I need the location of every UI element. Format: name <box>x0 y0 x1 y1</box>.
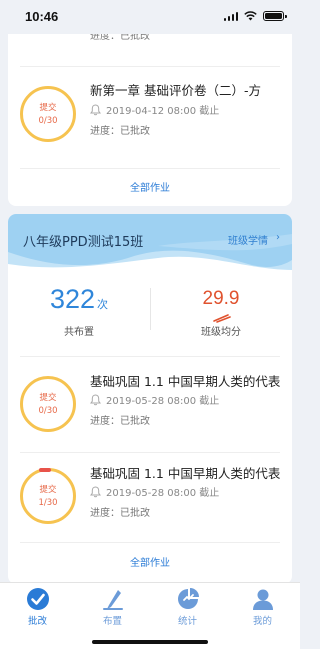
assigned-stat: 322 次 共布置 <box>8 276 150 360</box>
class-header: 八年级PPD测试15班 班级学情 › <box>8 214 292 276</box>
battery-icon <box>263 11 287 21</box>
class-stats: 322 次 共布置 29.9 班级均分 <box>8 276 292 360</box>
deadline-text: 2019-05-28 08:00 截止 <box>106 488 220 499</box>
submit-progress-arc <box>39 468 51 472</box>
homework-title: 基础巩固 1.1 中国早期人类的代表 <box>90 374 281 389</box>
homework-item[interactable]: 提交 0/30 新第一章 基础评价卷（二）-方 2019-04-12 08:00… <box>8 72 292 172</box>
submit-label: 提交 <box>39 392 57 403</box>
divider <box>20 168 280 169</box>
wifi-icon <box>244 11 257 21</box>
homework-title: 基础巩固 1.1 中国早期人类的代表 <box>90 466 281 481</box>
bell-icon <box>90 393 101 406</box>
submit-ring: 提交 0/30 <box>20 376 76 432</box>
status-icons <box>223 11 287 21</box>
submit-ring: 提交 0/30 <box>20 86 76 142</box>
class-card: 八年级PPD测试15班 班级学情 › 322 次 共布置 29.9 班级均分 提… <box>8 214 292 582</box>
tab-label: 批改 <box>27 616 47 627</box>
submit-label: 提交 <box>39 484 57 495</box>
status-time: 10:46 <box>25 9 59 24</box>
tab-label: 布置 <box>102 616 122 627</box>
homework-deadline: 2019-04-12 08:00 截止 <box>90 102 219 117</box>
bell-icon <box>90 485 101 498</box>
homework-item[interactable]: 提交 0/30 基础巩固 1.1 中国早期人类的代表 2019-05-28 08… <box>8 362 292 462</box>
homework-title: 新第一章 基础评价卷（二）-方 <box>90 83 261 98</box>
submit-label: 提交 <box>39 102 57 113</box>
assigned-count: 322 <box>49 284 96 314</box>
chevron-right-icon: › <box>276 232 280 243</box>
submit-ring: 提交 1/30 <box>20 468 76 524</box>
average-score-label: 班级均分 <box>201 327 241 338</box>
divider <box>20 66 280 67</box>
homework-progress: 进度：已批改 <box>90 508 150 519</box>
divider <box>20 356 280 357</box>
deadline-text: 2019-05-28 08:00 截止 <box>106 396 220 407</box>
view-all-homework-link[interactable]: 全部作业 <box>8 554 292 569</box>
pencil-underline-icon <box>213 314 231 323</box>
homework-progress: 进度：已批改 <box>90 126 150 137</box>
tab-bar: 批改 布置 统计 我的 <box>0 582 300 649</box>
homework-deadline: 2019-05-28 08:00 截止 <box>90 484 219 499</box>
tab-assign[interactable]: 布置 <box>75 587 150 629</box>
status-bar: 10:46 <box>0 0 300 34</box>
deadline-text: 2019-04-12 08:00 截止 <box>106 106 220 117</box>
class-analytics-link[interactable]: 班级学情 <box>228 232 268 247</box>
scroll-content[interactable]: 进度：已批改 提交 0/30 新第一章 基础评价卷（二）-方 2019-04-1… <box>0 0 300 582</box>
divider <box>20 452 280 453</box>
bell-icon <box>90 103 101 116</box>
class-name: 八年级PPD测试15班 <box>23 235 144 250</box>
check-circle-icon <box>26 588 49 610</box>
tab-label: 统计 <box>177 616 197 627</box>
tab-statistics[interactable]: 统计 <box>150 587 225 629</box>
average-score: 29.9 <box>202 288 240 309</box>
assigned-unit: 次 <box>97 298 109 311</box>
chart-icon <box>177 588 199 609</box>
assigned-label: 共布置 <box>64 327 94 338</box>
average-score-stat: 29.9 班级均分 <box>150 276 292 360</box>
submit-count: 0/30 <box>38 405 58 416</box>
homework-item[interactable]: 提交 1/30 基础巩固 1.1 中国早期人类的代表 2019-05-28 08… <box>8 454 292 554</box>
submit-count: 0/30 <box>38 115 58 126</box>
cellular-signal-icon <box>223 11 238 21</box>
home-indicator <box>92 640 208 644</box>
view-all-homework-link[interactable]: 全部作业 <box>8 179 292 194</box>
divider <box>20 542 280 543</box>
pencil-icon <box>102 590 123 610</box>
tab-grading[interactable]: 批改 <box>0 587 75 629</box>
homework-deadline: 2019-05-28 08:00 截止 <box>90 392 219 407</box>
tab-label: 我的 <box>252 616 272 627</box>
user-icon <box>252 589 273 610</box>
submit-count: 1/30 <box>38 497 58 508</box>
homework-progress: 进度：已批改 <box>90 416 150 427</box>
tab-profile[interactable]: 我的 <box>225 587 300 629</box>
